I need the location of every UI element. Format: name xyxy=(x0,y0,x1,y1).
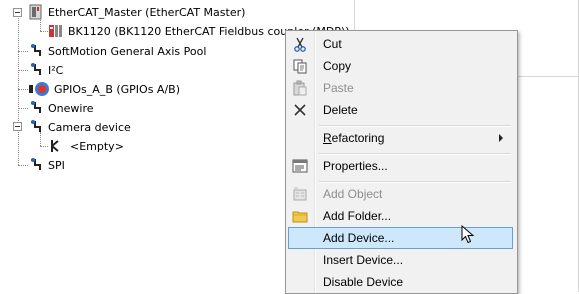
menu-item-label: Cut xyxy=(323,37,342,51)
menu-item-add-folder[interactable]: Add Folder... xyxy=(288,205,513,227)
collapse-toggle[interactable] xyxy=(13,8,22,17)
tree-item-empty-slot[interactable]: <Empty> xyxy=(48,137,124,155)
tree-item-i2c[interactable]: I²C xyxy=(28,61,63,79)
collapse-toggle[interactable] xyxy=(13,122,22,131)
folder-icon xyxy=(292,211,308,223)
device-icon xyxy=(31,120,41,132)
menu-item-add-device[interactable]: Add Device... xyxy=(288,227,513,249)
menu-item-properties[interactable]: Properties... xyxy=(288,155,513,177)
menu-item-label: Copy xyxy=(323,59,352,73)
tree-item-label: GPIOs_A_B (GPIOs A/B) xyxy=(54,82,181,96)
copy-icon xyxy=(293,59,307,74)
tree-item-onewire[interactable]: Onewire xyxy=(28,99,94,117)
tree-connector xyxy=(40,31,48,32)
gpio-icon xyxy=(29,82,49,96)
tree-item-label: Camera device xyxy=(48,120,131,134)
tree-item-label: EtherCAT_Master (EtherCAT Master) xyxy=(48,5,246,19)
menu-item-label: Refactoring xyxy=(323,131,385,145)
device-icon xyxy=(31,101,41,113)
menu-item-copy[interactable]: Copy xyxy=(288,55,513,77)
menu-item-label: Properties... xyxy=(323,159,388,173)
device-icon xyxy=(31,158,41,170)
menu-item-cut[interactable]: Cut xyxy=(288,33,513,55)
menu-item-paste[interactable]: Paste xyxy=(288,77,513,99)
menu-item-add-object[interactable]: Add Object xyxy=(288,183,513,205)
coupler-icon xyxy=(49,25,62,37)
menu-item-label: Delete xyxy=(323,103,358,117)
menu-item-label: Add Device... xyxy=(323,231,395,245)
delete-icon xyxy=(294,104,306,116)
menu-item-label: Paste xyxy=(323,81,354,95)
tree-item-label: <Empty> xyxy=(70,139,124,153)
tree-connector xyxy=(18,108,28,109)
menu-item-delete[interactable]: Delete xyxy=(288,99,513,121)
tree-item-label: SoftMotion General Axis Pool xyxy=(48,44,207,58)
tree-item-ethercat-master[interactable]: EtherCAT_Master (EtherCAT Master) xyxy=(28,3,245,21)
menu-item-label: Add Folder... xyxy=(323,209,392,223)
tree-item-label: SPI xyxy=(48,158,65,172)
submenu-arrow-icon xyxy=(499,134,503,142)
menu-separator xyxy=(319,181,511,183)
tree-connector xyxy=(18,51,28,52)
context-menu: Cut Copy Paste Delete Refactoring Proper… xyxy=(285,30,518,294)
tree-connector xyxy=(18,89,28,90)
mouse-pointer-icon xyxy=(461,225,475,244)
menu-item-refactoring[interactable]: Refactoring xyxy=(288,127,513,149)
add-object-icon xyxy=(293,187,307,201)
pane-divider xyxy=(354,0,355,30)
menu-item-label: Add Object xyxy=(323,187,383,201)
tree-item-camera[interactable]: Camera device xyxy=(28,118,131,136)
menu-separator xyxy=(319,153,511,155)
tree-connector xyxy=(40,146,48,147)
tree-connector xyxy=(18,18,19,165)
menu-item-disable-device[interactable]: Disable Device xyxy=(288,271,513,293)
menu-item-insert-device[interactable]: Insert Device... xyxy=(288,249,513,271)
properties-icon xyxy=(292,159,308,173)
tree-item-gpios[interactable]: GPIOs_A_B (GPIOs A/B) xyxy=(28,80,180,98)
ethercat-master-icon xyxy=(29,4,42,20)
device-icon xyxy=(31,63,41,75)
tree-item-label: I²C xyxy=(48,63,64,77)
device-icon xyxy=(31,44,41,56)
tree-item-softmotion[interactable]: SoftMotion General Axis Pool xyxy=(28,42,206,60)
scissors-icon xyxy=(294,37,306,52)
tree-connector xyxy=(18,70,28,71)
menu-separator xyxy=(319,125,511,127)
pane-divider xyxy=(516,76,579,77)
paste-icon xyxy=(293,80,307,96)
tree-item-spi[interactable]: SPI xyxy=(28,156,65,174)
empty-slot-icon xyxy=(51,140,59,152)
tree-item-label: Onewire xyxy=(48,101,94,115)
tree-connector xyxy=(18,165,28,166)
menu-item-label: Insert Device... xyxy=(323,253,404,267)
menu-item-label: Disable Device xyxy=(323,275,404,289)
